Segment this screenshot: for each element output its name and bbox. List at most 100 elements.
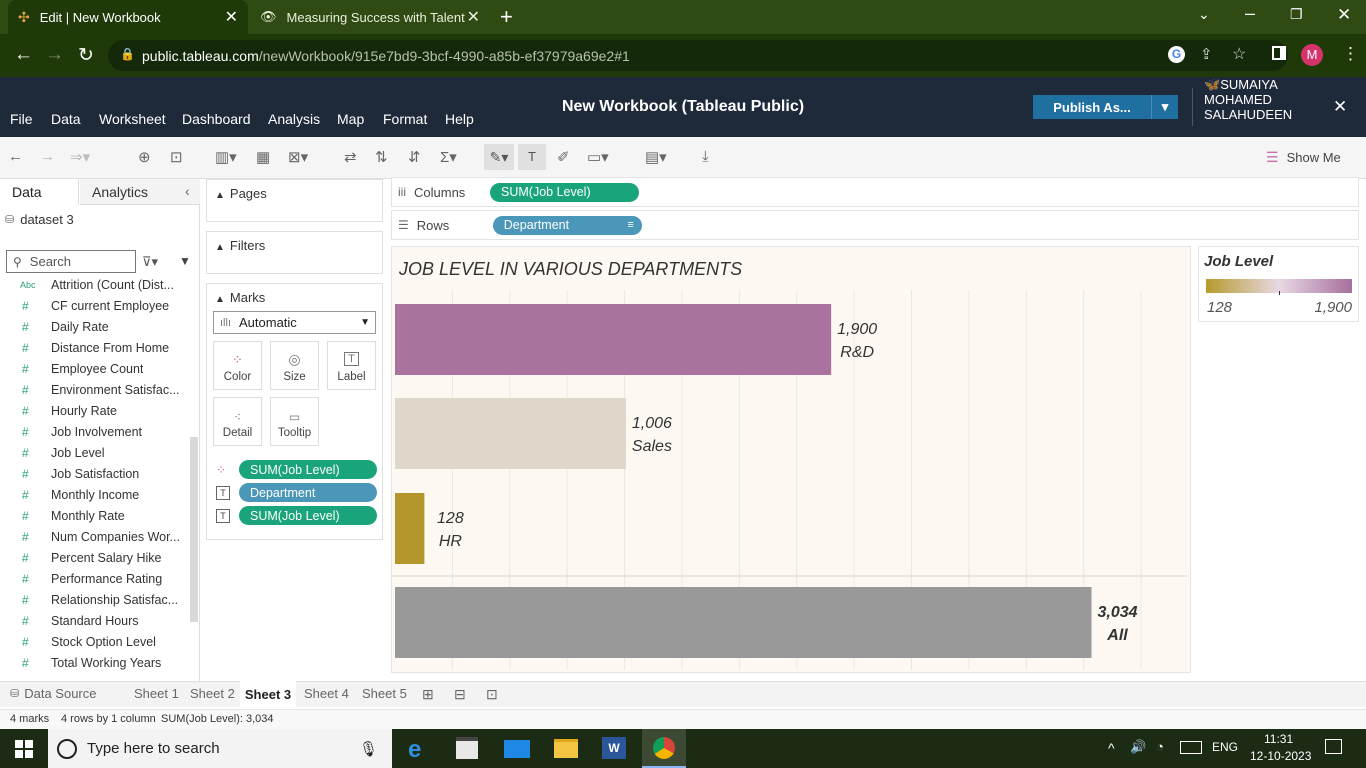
sheet-tab-3-active[interactable]: Sheet 3 [240, 681, 296, 707]
volume-icon[interactable]: 🔊 [1130, 739, 1146, 755]
columns-pill[interactable]: SUM(Job Level) [490, 182, 639, 202]
tab-data[interactable]: Data [0, 179, 79, 205]
bookmark-star-icon[interactable]: ☆ [1232, 44, 1246, 64]
publish-button[interactable]: Publish As... ▾ [1033, 95, 1178, 119]
field-item[interactable]: # Job Level [0, 442, 190, 463]
sidebar-icon[interactable] [1272, 46, 1286, 60]
mark-pill-row-1[interactable]: ⁘ SUM(Job Level) [216, 460, 377, 479]
pane-menu-icon[interactable]: ▼ [179, 254, 191, 268]
field-item[interactable]: # Num Companies Wor... [0, 526, 190, 547]
store-icon[interactable] [456, 737, 478, 759]
mark-type-select[interactable]: ıllı Automatic ▼ [213, 311, 376, 334]
detail-button[interactable]: ⁖ Detail [213, 397, 262, 446]
back-arrow-icon[interactable]: ← [14, 44, 33, 66]
duplicate-sheet-icon[interactable]: ▦ [256, 148, 270, 166]
word-icon[interactable]: W [602, 737, 626, 759]
color-pill[interactable]: SUM(Job Level) [239, 460, 377, 479]
wifi-icon[interactable]: ◔ [1156, 739, 1164, 754]
field-item[interactable]: # Job Satisfaction [0, 463, 190, 484]
close-window-icon[interactable]: ✕ [1337, 5, 1351, 25]
new-datasource-icon[interactable]: ⊕ [138, 148, 151, 166]
download-icon[interactable]: ⤓ [702, 148, 709, 165]
filters-card[interactable]: ▲ Filters [206, 231, 383, 274]
url-field[interactable]: public.tableau.com/newWorkbook/915e7bd9-… [108, 40, 1288, 71]
mark-pill-row-3[interactable]: T SUM(Job Level) [216, 506, 377, 525]
field-item[interactable]: # Distance From Home [0, 337, 190, 358]
pause-updates-icon[interactable]: ⊡ [170, 148, 183, 166]
field-item[interactable]: # Job Involvement [0, 421, 190, 442]
new-dashboard-icon[interactable]: ⊟ [454, 686, 466, 703]
color-button[interactable]: ⁘ Color [213, 341, 262, 390]
field-item[interactable]: # Stock Option Level [0, 631, 190, 652]
label-pill[interactable]: SUM(Job Level) [239, 506, 377, 525]
sort-descending-icon[interactable]: ⇵ [408, 148, 421, 166]
field-item[interactable]: # Relationship Satisfac... [0, 589, 190, 610]
clear-sheet-icon[interactable]: ⊠▾ [288, 148, 308, 166]
field-item[interactable]: # Monthly Income [0, 484, 190, 505]
pages-card[interactable]: ▲ Pages [206, 179, 383, 222]
swap-rows-columns-icon[interactable]: ⇄ [344, 148, 357, 166]
new-worksheet-icon[interactable]: ⊞ [422, 686, 434, 703]
reload-icon[interactable]: ↻ [78, 44, 94, 67]
show-cards-icon[interactable]: ▤▾ [645, 148, 667, 166]
field-item[interactable]: # Hourly Rate [0, 400, 190, 421]
microphone-icon[interactable]: 🎙 [359, 740, 378, 758]
bar-hr[interactable] [395, 493, 425, 564]
more-menu-icon[interactable]: ⋮ [1342, 44, 1359, 64]
menu-map[interactable]: Map [337, 111, 364, 127]
language-indicator[interactable]: ENG [1212, 740, 1238, 754]
field-item[interactable]: Abc Attrition (Count (Dist... [0, 274, 190, 295]
menu-format[interactable]: Format [383, 111, 427, 127]
field-item[interactable]: # Standard Hours [0, 610, 190, 631]
tray-chevron-icon[interactable]: ^ [1108, 740, 1115, 756]
google-icon[interactable]: G [1168, 46, 1185, 63]
browser-tab[interactable]: 👁 Measuring Success with Talent M ✕ [250, 0, 490, 34]
bar-all[interactable] [395, 587, 1092, 658]
user-name[interactable]: 🦋SUMAIYA MOHAMED SALAHUDEEN [1204, 77, 1294, 122]
data-source-tab[interactable]: ⛁ Data Source [10, 686, 96, 701]
sort-ascending-icon[interactable]: ⇅ [375, 148, 388, 166]
field-item[interactable]: # Performance Rating [0, 568, 190, 589]
publish-dropdown-icon[interactable]: ▾ [1151, 95, 1178, 119]
tooltip-button[interactable]: ▭ Tooltip [270, 397, 319, 446]
field-item[interactable]: # Daily Rate [0, 316, 190, 337]
clock-time[interactable]: 11:31 [1264, 732, 1293, 746]
show-me-button[interactable]: ☰ Show Me [1266, 149, 1341, 166]
profile-avatar[interactable]: M [1301, 44, 1323, 66]
size-button[interactable]: ◎ Size [270, 341, 319, 390]
field-item[interactable]: # Environment Satisfac... [0, 379, 190, 400]
label-pill[interactable]: Department [239, 483, 377, 502]
tab-analytics[interactable]: Analytics [80, 179, 200, 205]
filter-fields-icon[interactable]: ⊽▾ [142, 254, 158, 270]
menu-dashboard[interactable]: Dashboard [182, 111, 251, 127]
forward-arrow-icon[interactable]: → [45, 44, 64, 66]
minimize-icon[interactable]: – [1245, 3, 1255, 24]
new-tab-icon[interactable]: + [500, 4, 513, 30]
menu-file[interactable]: File [10, 111, 33, 127]
edge-icon[interactable]: e [408, 736, 421, 764]
undo-icon[interactable]: ← [8, 148, 23, 165]
bar-sales[interactable] [395, 398, 626, 469]
bar-rd[interactable] [395, 304, 832, 375]
show-labels-icon[interactable]: T [518, 144, 546, 170]
close-tab-icon[interactable]: ✕ [225, 7, 238, 27]
menu-analysis[interactable]: Analysis [268, 111, 320, 127]
highlight-icon[interactable]: ✎▾ [484, 144, 514, 170]
field-item[interactable]: # Monthly Rate [0, 505, 190, 526]
field-item[interactable]: # Total Working Years [0, 652, 190, 673]
sheet-tab-1[interactable]: Sheet 1 [134, 686, 179, 701]
field-list-scrollbar[interactable] [190, 437, 198, 622]
browser-tab-active[interactable]: ✣ Edit | New Workbook ✕ [8, 0, 248, 34]
field-search-input[interactable]: ⚲ Search [6, 250, 136, 273]
keyboard-icon[interactable] [1180, 741, 1202, 754]
mail-icon[interactable] [504, 740, 530, 758]
taskbar-search-input[interactable]: Type here to search 🎙 [48, 729, 392, 768]
new-worksheet-icon[interactable]: ▥▾ [215, 148, 237, 166]
windows-start-icon[interactable] [15, 740, 33, 758]
lock-icon[interactable]: 🔒 [120, 47, 135, 61]
notifications-icon[interactable] [1325, 739, 1342, 754]
fit-view-icon[interactable]: ▭▾ [587, 148, 609, 166]
close-editor-icon[interactable]: ✕ [1333, 97, 1347, 117]
label-button[interactable]: T Label [327, 341, 376, 390]
file-explorer-icon[interactable] [554, 739, 578, 758]
